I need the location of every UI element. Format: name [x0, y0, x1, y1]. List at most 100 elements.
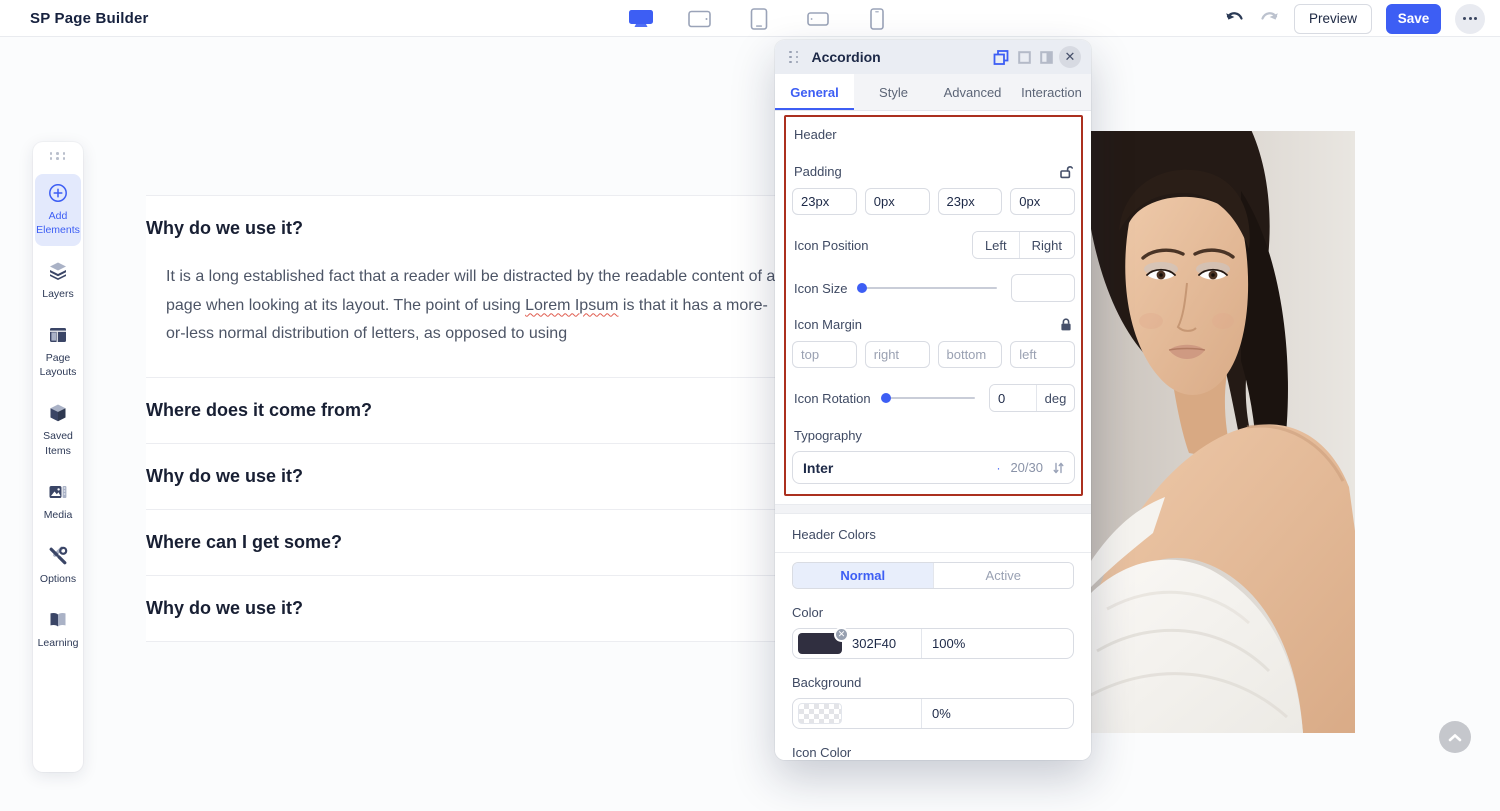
- sidebar-item-label: Layers: [42, 287, 74, 301]
- padding-bottom-input[interactable]: [938, 188, 1003, 215]
- icon-margin-bottom-input[interactable]: [938, 341, 1003, 368]
- background-swatch[interactable]: [798, 703, 842, 724]
- scroll-to-top-button[interactable]: [1439, 721, 1471, 753]
- topbar-actions: Preview Save: [1224, 0, 1485, 37]
- sidebar-item-page-layouts[interactable]: Page Layouts: [35, 316, 81, 388]
- padding-left-input[interactable]: [1010, 188, 1075, 215]
- accordion-header[interactable]: Why do we use it?: [146, 196, 858, 261]
- cube-icon: [48, 403, 68, 423]
- accordion-widget: Why do we use it? It is a long establish…: [146, 195, 858, 642]
- accordion-settings-panel: Accordion ✕ General Style Advanced Inter…: [775, 40, 1091, 760]
- slider-knob[interactable]: [857, 283, 867, 293]
- preview-button[interactable]: Preview: [1294, 4, 1372, 34]
- icon-size-slider[interactable]: [859, 287, 997, 289]
- typography-separator-dot: ·: [996, 461, 1000, 475]
- icon-position-left-button[interactable]: Left: [973, 232, 1019, 258]
- panel-close-button[interactable]: ✕: [1059, 46, 1081, 68]
- state-normal-button[interactable]: Normal: [793, 563, 933, 588]
- sidebar-item-learning[interactable]: Learning: [35, 601, 81, 659]
- media-image-icon: [48, 482, 68, 502]
- typography-label: Typography: [794, 428, 1073, 443]
- dock-right-icon[interactable]: [1040, 51, 1053, 64]
- page-layout-icon: [48, 325, 68, 345]
- color-swatch[interactable]: ✕: [798, 633, 842, 654]
- sidebar-item-layers[interactable]: Layers: [35, 252, 81, 310]
- accordion-item: Why do we use it?: [146, 575, 858, 642]
- chevron-up-icon: [1448, 733, 1462, 742]
- lock-icon[interactable]: [1059, 317, 1073, 332]
- panel-header: Accordion ✕: [775, 40, 1091, 74]
- device-desktop-icon[interactable]: [628, 7, 654, 31]
- sidebar-item-label: Saved Items: [36, 429, 80, 457]
- device-phone-portrait-icon[interactable]: [864, 7, 890, 31]
- padding-top-input[interactable]: [792, 188, 857, 215]
- more-options-button[interactable]: [1455, 4, 1485, 34]
- dock-left-icon[interactable]: [1018, 51, 1031, 64]
- icon-rotation-unit: deg: [1036, 385, 1074, 411]
- icon-rotation-slider[interactable]: [883, 397, 975, 399]
- color-picker-control[interactable]: ✕ 302F40 100%: [792, 628, 1074, 659]
- accordion-item: Where can I get some?: [146, 509, 858, 575]
- sliders-icon: [1053, 462, 1064, 474]
- icon-rotation-input[interactable]: [990, 385, 1036, 411]
- slider-knob[interactable]: [881, 393, 891, 403]
- padding-right-input[interactable]: [865, 188, 930, 215]
- save-button[interactable]: Save: [1386, 4, 1441, 34]
- color-opacity-value[interactable]: 100%: [921, 629, 1073, 658]
- panel-window-controls: [993, 50, 1053, 65]
- icon-position-label: Icon Position: [794, 238, 868, 253]
- sidebar-item-saved-items[interactable]: Saved Items: [35, 394, 81, 466]
- clear-color-icon[interactable]: ✕: [834, 627, 849, 642]
- divider: [775, 552, 1091, 553]
- icon-position-right-button[interactable]: Right: [1019, 232, 1074, 258]
- app-title: SP Page Builder: [30, 10, 149, 27]
- topbar: SP Page Builder: [0, 0, 1500, 37]
- color-hex-value[interactable]: 302F40: [852, 636, 896, 651]
- header-settings-section-highlighted: Header Padding Icon Position Left Right: [784, 115, 1083, 496]
- tools-icon: [48, 546, 68, 566]
- undo-icon[interactable]: [1224, 11, 1245, 26]
- icon-margin-inputs: [792, 341, 1075, 368]
- sidebar-item-label: Media: [44, 508, 73, 522]
- sidebar-item-options[interactable]: Options: [35, 537, 81, 595]
- accordion-header[interactable]: Where does it come from?: [146, 378, 858, 443]
- accordion-header[interactable]: Why do we use it?: [146, 444, 858, 509]
- background-picker-control[interactable]: 0%: [792, 698, 1074, 729]
- sidebar-item-label: Add Elements: [36, 209, 80, 237]
- device-tablet-landscape-icon[interactable]: [687, 7, 713, 31]
- state-active-button[interactable]: Active: [933, 563, 1074, 588]
- section-separator: [775, 504, 1091, 514]
- sidebar-item-add-elements[interactable]: Add Elements: [35, 174, 81, 246]
- tab-advanced[interactable]: Advanced: [933, 74, 1012, 110]
- portrait-image: [1091, 131, 1355, 733]
- section-title: Header Colors: [792, 527, 1074, 542]
- icon-rotation-label: Icon Rotation: [794, 391, 871, 406]
- redo-icon[interactable]: [1259, 11, 1280, 26]
- sidebar-item-media[interactable]: Media: [35, 473, 81, 531]
- header-colors-section: Header Colors Normal Active Color ✕ 302F…: [775, 527, 1091, 760]
- padding-inputs: [792, 188, 1075, 215]
- device-tablet-portrait-icon[interactable]: [746, 7, 772, 31]
- background-opacity-value[interactable]: 0%: [921, 699, 1073, 728]
- accordion-header[interactable]: Why do we use it?: [146, 576, 858, 641]
- panel-tabs: General Style Advanced Interaction: [775, 74, 1091, 111]
- icon-margin-left-input[interactable]: [1010, 341, 1075, 368]
- icon-margin-right-input[interactable]: [865, 341, 930, 368]
- layers-icon: [48, 261, 68, 281]
- tab-style[interactable]: Style: [854, 74, 933, 110]
- tab-general[interactable]: General: [775, 74, 854, 110]
- panel-drag-handle-icon[interactable]: [789, 51, 800, 64]
- icon-size-input[interactable]: [1011, 274, 1075, 302]
- section-title: Header: [794, 127, 1073, 142]
- sidebar-drag-handle-icon[interactable]: [50, 152, 67, 160]
- typography-control[interactable]: Inter · 20/30: [792, 451, 1075, 484]
- icon-position-segment: Left Right: [972, 231, 1075, 259]
- unlock-icon[interactable]: [1058, 164, 1073, 179]
- icon-margin-top-input[interactable]: [792, 341, 857, 368]
- device-phone-landscape-icon[interactable]: [805, 7, 831, 31]
- accordion-header[interactable]: Where can I get some?: [146, 510, 858, 575]
- tab-interaction[interactable]: Interaction: [1012, 74, 1091, 110]
- accordion-item: Where does it come from?: [146, 377, 858, 443]
- typography-font-name: Inter: [803, 460, 833, 476]
- float-mode-icon[interactable]: [993, 50, 1009, 65]
